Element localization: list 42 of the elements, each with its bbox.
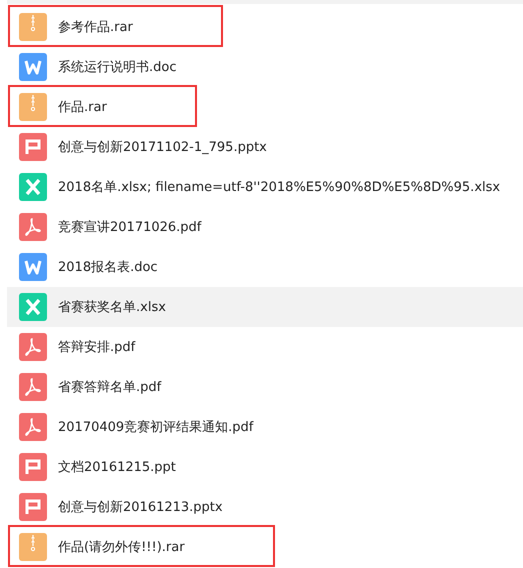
- spreadsheet-icon: [19, 293, 47, 321]
- presentation-icon: [19, 453, 47, 481]
- file-name: 竞赛宣讲20171026.pdf: [58, 219, 202, 236]
- file-row[interactable]: 2018报名表.doc: [7, 247, 523, 287]
- archive-icon: [19, 93, 47, 121]
- spreadsheet-icon: [19, 173, 47, 201]
- file-name: 参考作品.rar: [58, 19, 133, 36]
- archive-icon: [19, 13, 47, 41]
- file-name: 文档20161215.ppt: [58, 459, 176, 476]
- file-row[interactable]: 创意与创新20161213.pptx: [7, 487, 523, 527]
- file-row[interactable]: 作品(请勿外传!!!).rar: [7, 527, 523, 567]
- pdf-icon: [19, 213, 47, 241]
- file-row[interactable]: 2018名单.xlsx; filename=utf-8''2018%E5%90%8D%E5%8D%95.xlsx: [7, 167, 523, 207]
- archive-icon: [19, 533, 47, 561]
- file-row[interactable]: 参考作品.rar: [7, 7, 523, 47]
- file-name: 作品(请勿外传!!!).rar: [58, 539, 185, 556]
- file-row[interactable]: 系统运行说明书.doc: [7, 47, 523, 87]
- word-document-icon: [19, 53, 47, 81]
- file-name: 2018名单.xlsx; filename=utf-8''2018%E5%90%8D%E5%8D%95.xlsx: [58, 179, 500, 196]
- file-row[interactable]: 20170409竞赛初评结果通知.pdf: [7, 407, 523, 447]
- file-row[interactable]: 创意与创新20171102-1_795.pptx: [7, 127, 523, 167]
- file-name: 答辩安排.pdf: [58, 339, 136, 356]
- file-row[interactable]: 作品.rar: [7, 87, 523, 127]
- file-row[interactable]: 答辩安排.pdf: [7, 327, 523, 367]
- file-name: 2018报名表.doc: [58, 259, 158, 276]
- presentation-icon: [19, 493, 47, 521]
- file-name: 系统运行说明书.doc: [58, 59, 176, 76]
- file-name: 作品.rar: [58, 99, 107, 116]
- file-row[interactable]: 省赛获奖名单.xlsx: [7, 287, 523, 327]
- pdf-icon: [19, 333, 47, 361]
- presentation-icon: [19, 133, 47, 161]
- file-row[interactable]: 省赛答辩名单.pdf: [7, 367, 523, 407]
- file-name: 省赛答辩名单.pdf: [58, 379, 162, 396]
- file-name: 省赛获奖名单.xlsx: [58, 299, 166, 316]
- pdf-icon: [19, 413, 47, 441]
- file-name: 创意与创新20161213.pptx: [58, 499, 223, 516]
- file-name: 20170409竞赛初评结果通知.pdf: [58, 419, 254, 436]
- file-row[interactable]: 竞赛宣讲20171026.pdf: [7, 207, 523, 247]
- file-row[interactable]: 文档20161215.ppt: [7, 447, 523, 487]
- word-document-icon: [19, 253, 47, 281]
- file-name: 创意与创新20171102-1_795.pptx: [58, 139, 267, 156]
- pdf-icon: [19, 373, 47, 401]
